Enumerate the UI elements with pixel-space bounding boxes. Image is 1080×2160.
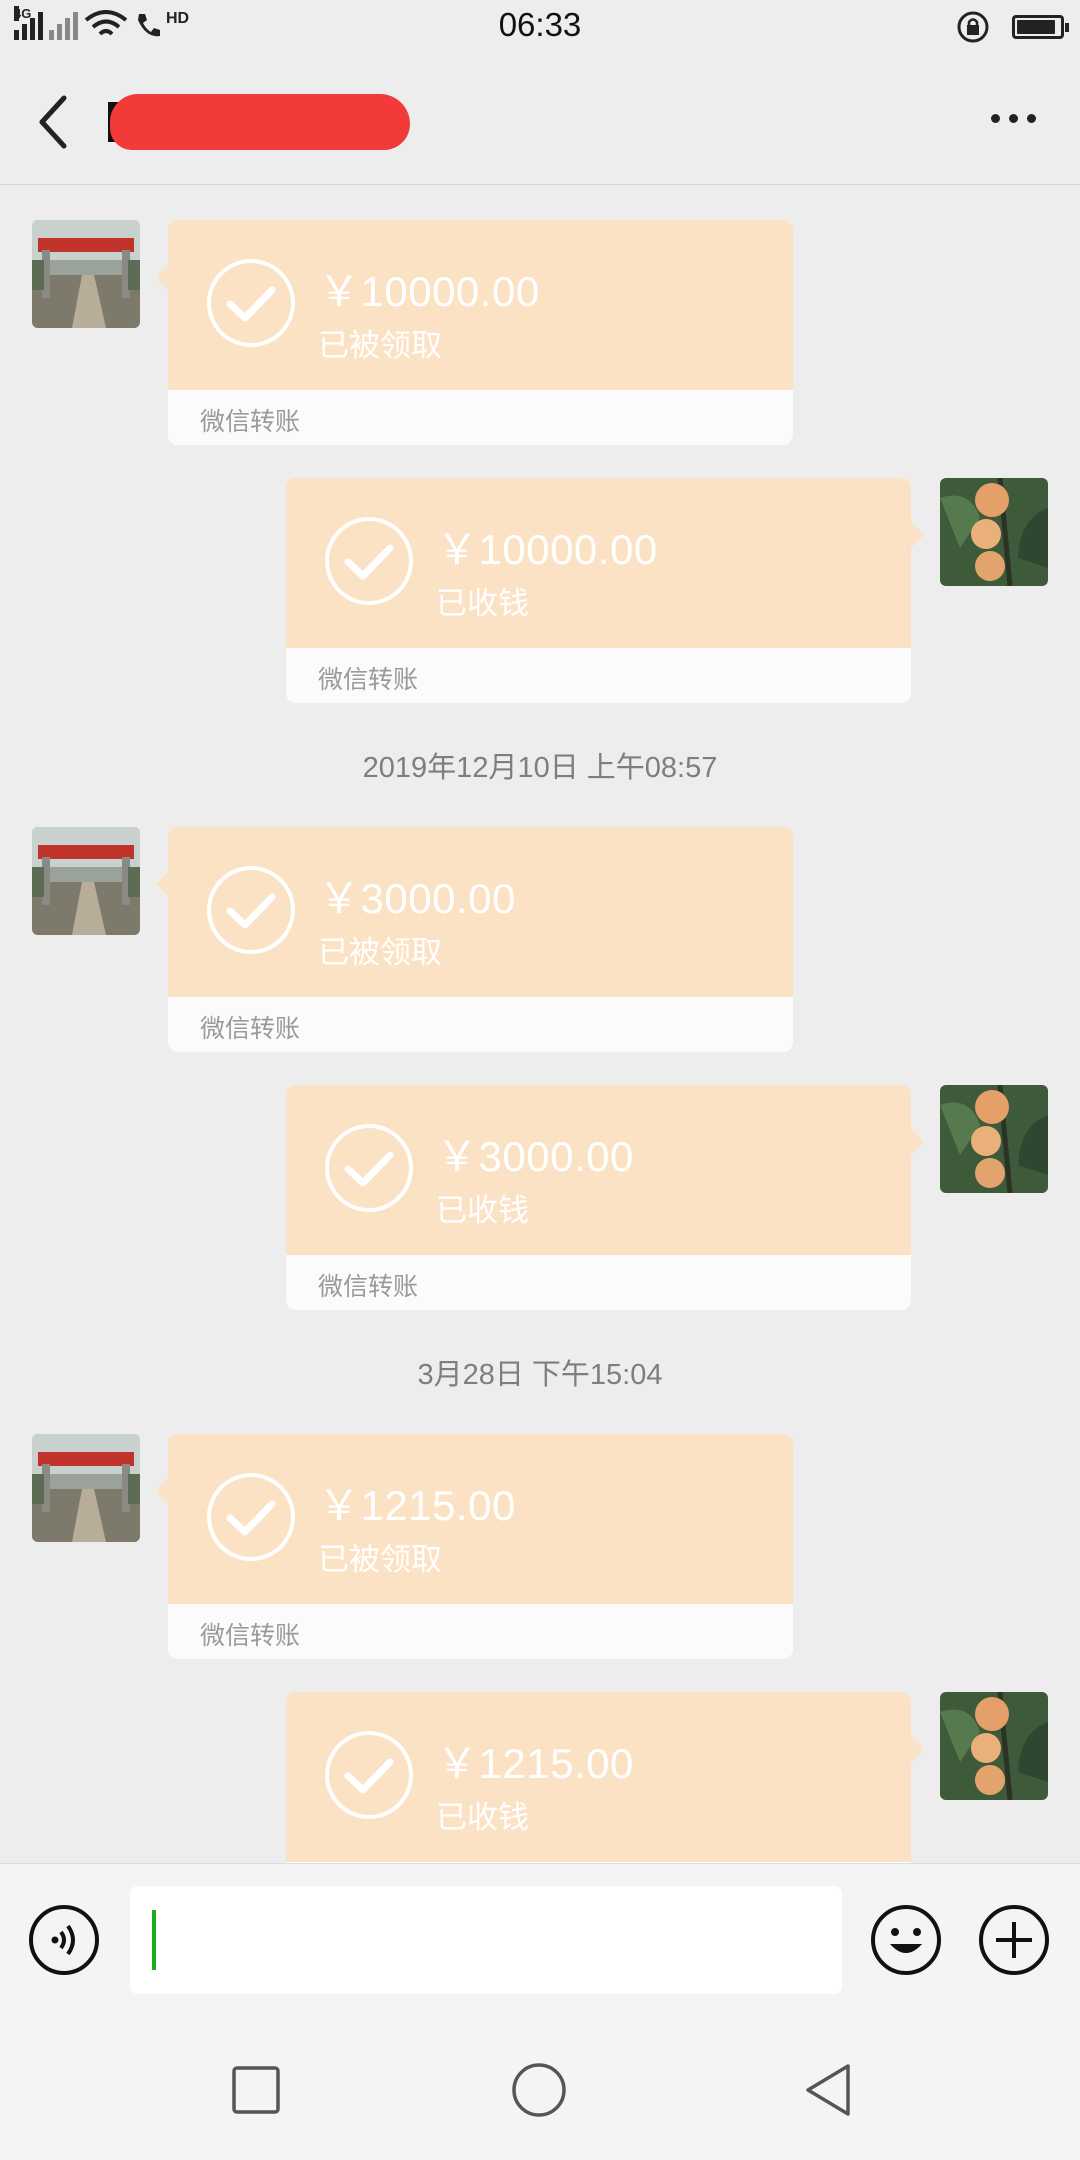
transfer-footer: 微信转账 <box>286 1255 911 1310</box>
check-circle-icon <box>207 1473 295 1561</box>
transfer-amount: ￥1215.00 <box>318 1482 516 1529</box>
message-input[interactable] <box>130 1886 842 1994</box>
transfer-body: ￥1215.00 已收钱 <box>286 1692 911 1862</box>
more-dots-icon[interactable] <box>991 114 1036 123</box>
transfer-status: 已收钱 <box>436 586 529 621</box>
transfer-amount: ￥3000.00 <box>436 1133 634 1180</box>
message-row: ￥10000.00 已被领取微信转账 <box>0 220 1080 445</box>
plus-icon[interactable] <box>978 1904 1050 1976</box>
transfer-amount: ￥10000.00 <box>318 268 540 315</box>
message-row: ￥3000.00 已被领取微信转账 <box>0 827 1080 1052</box>
transfer-bubble[interactable]: ￥3000.00 已被领取微信转账 <box>168 827 793 1052</box>
transfer-footer: 微信转账 <box>168 1604 793 1659</box>
transfer-footer: 微信转账 <box>168 997 793 1052</box>
chat-list[interactable]: ￥10000.00 已被领取 微信转账 ￥10000.00 已收钱 微信转账 2019年12… <box>0 185 1080 1863</box>
transfer-footer-label: 微信转账 <box>318 666 419 694</box>
transfer-amount: ￥3000.00 <box>318 875 516 922</box>
transfer-status: 已收钱 <box>436 1193 529 1228</box>
bubble-tail <box>911 522 924 548</box>
transfer-body: ￥10000.00 已收钱 <box>286 478 911 648</box>
check-circle-icon <box>207 259 295 347</box>
transfer-footer-label: 微信转账 <box>200 1622 301 1650</box>
timestamp-label: 3月28日 下午15:04 <box>417 1359 663 1391</box>
transfer-footer: 微信转账 <box>286 648 911 703</box>
transfer-footer-label: 微信转账 <box>200 408 301 436</box>
transfer-footer-label: 微信转账 <box>318 1273 419 1301</box>
avatar-self[interactable] <box>940 1085 1048 1193</box>
check-circle-icon <box>325 517 413 605</box>
rotation-lock-icon <box>957 11 989 43</box>
avatar-self[interactable] <box>940 1692 1048 1800</box>
home-circle-icon[interactable] <box>511 2062 567 2118</box>
system-nav-bar <box>0 2018 1080 2160</box>
emoji-icon[interactable] <box>870 1904 942 1976</box>
battery-level <box>1017 20 1055 34</box>
recents-square-icon[interactable] <box>228 2062 284 2118</box>
transfer-status: 已被领取 <box>318 935 442 970</box>
transfer-status: 已被领取 <box>318 1542 442 1577</box>
transfer-bubble[interactable]: ￥1215.00 已被领取微信转账 <box>168 1434 793 1659</box>
check-circle-icon <box>325 1124 413 1212</box>
transfer-status: 已收钱 <box>436 1800 529 1835</box>
message-row: ￥3000.00 已收钱微信转账 <box>0 1085 1080 1310</box>
transfer-footer-label: 微信转账 <box>200 1015 301 1043</box>
transfer-bubble[interactable]: ￥3000.00 已收钱微信转账 <box>286 1085 911 1310</box>
message-row: ￥10000.00 已收钱微信转账 <box>0 478 1080 703</box>
avatar-contact[interactable] <box>32 827 140 935</box>
check-circle-icon <box>207 866 295 954</box>
transfer-bubble[interactable]: ￥10000.00 已收钱微信转账 <box>286 478 911 703</box>
message-row: ￥1215.00 已被领取微信转账 <box>0 1434 1080 1659</box>
avatar-contact[interactable] <box>32 1434 140 1542</box>
transfer-bubble[interactable]: ￥10000.00 已被领取微信转账 <box>168 220 793 445</box>
chat-header <box>0 58 1080 185</box>
contact-name-redacted <box>110 94 410 150</box>
text-caret <box>152 1910 156 1970</box>
voice-icon[interactable] <box>28 1904 100 1976</box>
status-bar: 4G HD 06:33 <box>0 0 1080 58</box>
status-time: 06:33 <box>498 6 582 43</box>
battery-icon <box>1012 15 1069 39</box>
transfer-amount: ￥1215.00 <box>436 1740 634 1787</box>
transfer-body: ￥1215.00 已被领取 <box>168 1434 793 1604</box>
transfer-bubble[interactable]: ￥1215.00已收钱微信转账 <box>286 1692 911 1863</box>
transfer-amount: ￥10000.00 <box>436 526 658 573</box>
input-bar <box>0 1863 1080 2019</box>
status-bar-right <box>956 10 1069 44</box>
back-chevron-icon[interactable] <box>30 92 80 152</box>
avatar-contact[interactable] <box>32 220 140 328</box>
transfer-body: ￥10000.00 已被领取 <box>168 220 793 390</box>
transfer-footer: 微信转账 <box>168 390 793 445</box>
bubble-tail <box>911 1129 924 1155</box>
bubble-tail <box>911 1736 924 1762</box>
timestamp-label: 2019年12月10日 上午08:57 <box>362 752 718 784</box>
message-row: ￥1215.00已收钱微信转账 <box>0 1692 1080 1863</box>
avatar-self[interactable] <box>940 478 1048 586</box>
transfer-body: ￥3000.00 已收钱 <box>286 1085 911 1255</box>
check-circle-icon <box>325 1731 413 1819</box>
back-triangle-icon[interactable] <box>800 2062 856 2118</box>
transfer-status: 已被领取 <box>318 328 442 363</box>
transfer-body: ￥3000.00 已被领取 <box>168 827 793 997</box>
